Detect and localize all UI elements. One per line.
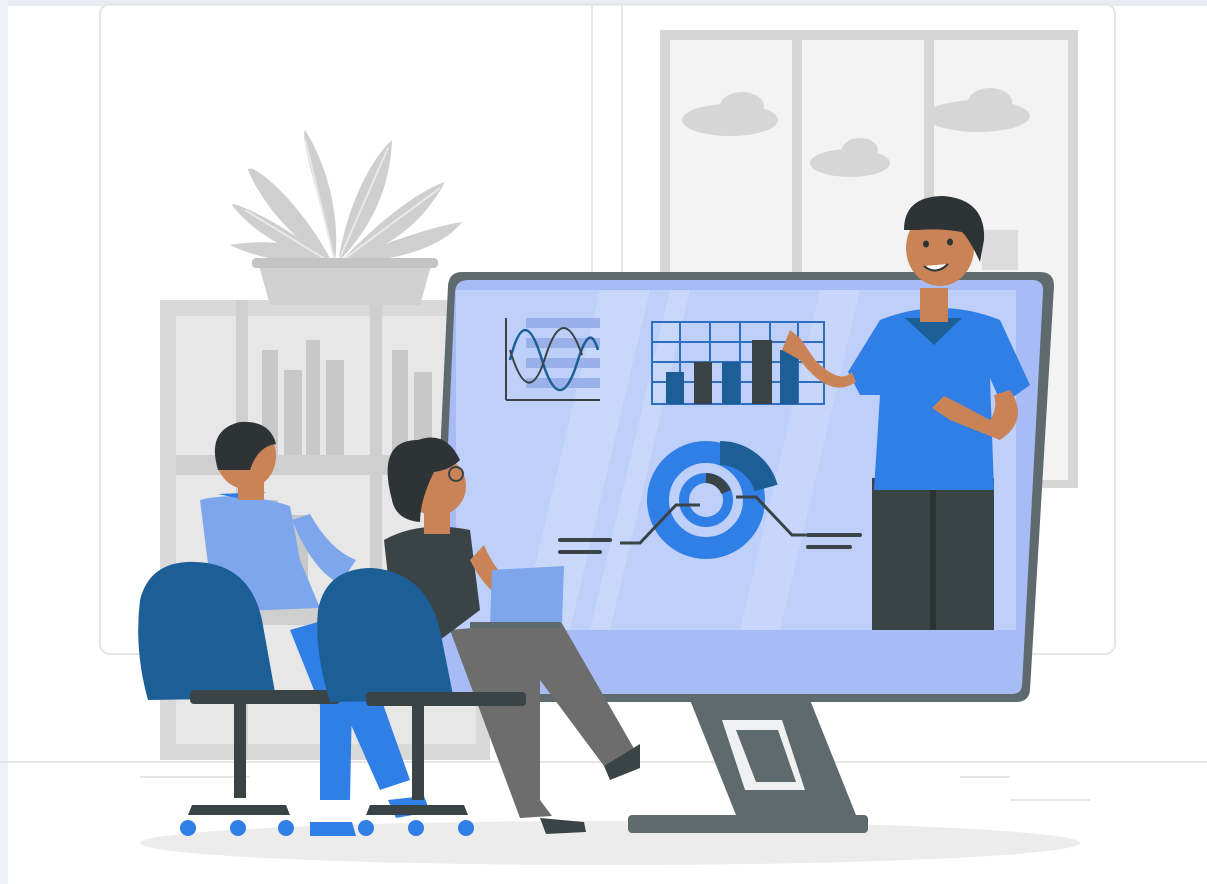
- illustration-scene: [0, 0, 1207, 884]
